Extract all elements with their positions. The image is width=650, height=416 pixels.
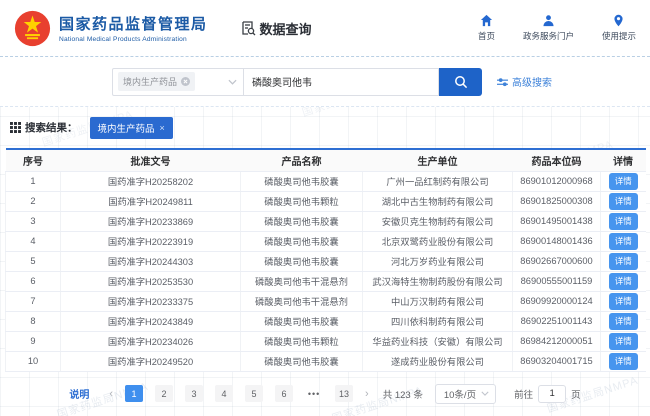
table-row: 7国药准字H20233375 磷酸奥司他韦干混悬剂中山万汉制药有限公司 8690… [6,291,646,311]
nav-usage-tips[interactable]: 使用提示 [602,14,636,42]
col-detail: 详情 [601,149,646,171]
pages-ellipsis[interactable]: ••• [305,385,323,402]
col-index: 序号 [6,149,61,171]
tag-remove-icon[interactable] [181,77,190,86]
results-label: 搜索结果： [25,120,78,135]
sliders-icon [497,77,508,87]
filter-tag-label: 境内生产药品 [98,121,155,135]
detail-button[interactable]: 详情 [609,333,638,350]
detail-button[interactable]: 详情 [609,313,638,330]
table-row: 4国药准字H20223919 磷酸奥司他韦胶囊北京双鹭药业股份有限公司 8690… [6,231,646,251]
brand: 国家药品监督管理局 National Medical Products Admi… [59,13,208,43]
user-icon [542,14,555,27]
table-row: 8国药准字H20243849 磷酸奥司他韦胶囊四川依科制药有限公司 869022… [6,311,646,331]
detail-button[interactable]: 详情 [609,233,638,250]
goto-page-input[interactable] [538,385,566,403]
col-product-name: 产品名称 [241,149,363,171]
goto-prefix: 前往 [514,387,533,401]
table-row: 2国药准字H20249811 磷酸奥司他韦颗粒湖北中古生物制药有限公司 8690… [6,191,646,211]
page-button-3[interactable]: 3 [185,385,203,402]
data-query-icon [240,20,256,36]
top-nav: 首页 政务服务门户 使用提示 [450,14,636,42]
app-title: 数据查询 [240,19,312,38]
detail-button[interactable]: 详情 [609,173,638,190]
nav-service-portal[interactable]: 政务服务门户 [523,14,574,42]
chevron-down-icon [228,79,237,85]
chevron-down-icon [481,391,489,396]
org-name-en: National Medical Products Administration [59,36,208,43]
col-drug-code: 药品本位码 [513,149,601,171]
search-input-wrapper [244,68,439,96]
table-row: 1国药准字H20258202 磷酸奥司他韦胶囊广州一品红制药有限公司 86901… [6,171,646,191]
detail-button[interactable]: 详情 [609,193,638,210]
page-button-1[interactable]: 1 [125,385,143,402]
page-button-2[interactable]: 2 [155,385,173,402]
table-row: 5国药准字H20244303 磷酸奥司他韦胶囊河北万岁药业有限公司 869026… [6,251,646,271]
nav-home[interactable]: 首页 [478,14,495,42]
table-row: 10国药准字H20249520 磷酸奥司他韦胶囊遂成药业股份有限公司 86903… [6,351,646,371]
advanced-search-label: 高级搜索 [512,74,552,89]
category-select[interactable]: 境内生产药品 [112,68,244,96]
search-input[interactable] [244,69,438,95]
page-button-4[interactable]: 4 [215,385,233,402]
goto-suffix: 页 [571,387,581,401]
next-page-button[interactable]: › [365,388,369,400]
results-bar: 搜索结果： 境内生产药品 × [0,107,650,148]
col-approval-number: 批准文号 [61,149,241,171]
col-manufacturer: 生产单位 [363,149,513,171]
results-table: 序号 批准文号 产品名称 生产单位 药品本位码 详情 1国药准字H2025820… [5,148,646,372]
detail-button[interactable]: 详情 [609,353,638,370]
table-header-row: 序号 批准文号 产品名称 生产单位 药品本位码 详情 [6,149,646,171]
detail-button[interactable]: 详情 [609,273,638,290]
close-icon[interactable]: × [160,123,165,133]
advanced-search-link[interactable]: 高级搜索 [497,74,552,89]
org-name-cn: 国家药品监督管理局 [59,13,208,34]
nav-home-label: 首页 [478,30,495,42]
page-button-5[interactable]: 5 [245,385,263,402]
search-icon [454,75,468,89]
category-tag: 境内生产药品 [118,72,195,91]
site-header: 国家药品监督管理局 National Medical Products Admi… [0,0,650,57]
page-size-select[interactable]: 10条/页 [435,384,496,404]
category-tag-label: 境内生产药品 [123,75,177,88]
note-link[interactable]: 说明 [69,386,89,401]
search-section: 境内生产药品 高级搜索 [0,57,650,107]
pin-icon [612,14,625,27]
search-button[interactable] [439,68,482,96]
pagination-bar: 说明 ‹ 1 2 3 4 5 6 ••• 13 › 共 123 条 10条/页 … [0,372,650,416]
grid-icon [10,122,21,133]
goto-page: 前往 页 [514,385,581,403]
home-icon [480,14,493,27]
table-row: 6国药准字H20253530 磷酸奥司他韦干混悬剂武汉海特生物制药股份有限公司 … [6,271,646,291]
page-size-value: 10条/页 [444,387,476,401]
detail-button[interactable]: 详情 [609,253,638,270]
page-button-6[interactable]: 6 [275,385,293,402]
detail-button[interactable]: 详情 [609,293,638,310]
page-button-13[interactable]: 13 [335,385,353,402]
nav-service-portal-label: 政务服务门户 [523,30,574,42]
detail-button[interactable]: 详情 [609,213,638,230]
prev-page-button[interactable]: ‹ [109,388,113,400]
total-count: 共 123 条 [383,387,423,401]
table-row: 3国药准字H20233869 磷酸奥司他韦胶囊安徽贝克生物制药有限公司 8690… [6,211,646,231]
national-emblem-logo [14,10,51,47]
table-row: 9国药准字H20234026 磷酸奥司他韦颗粒华益药业科技（安徽）有限公司 86… [6,331,646,351]
nav-usage-tips-label: 使用提示 [602,30,636,42]
filter-tag[interactable]: 境内生产药品 × [90,117,173,139]
